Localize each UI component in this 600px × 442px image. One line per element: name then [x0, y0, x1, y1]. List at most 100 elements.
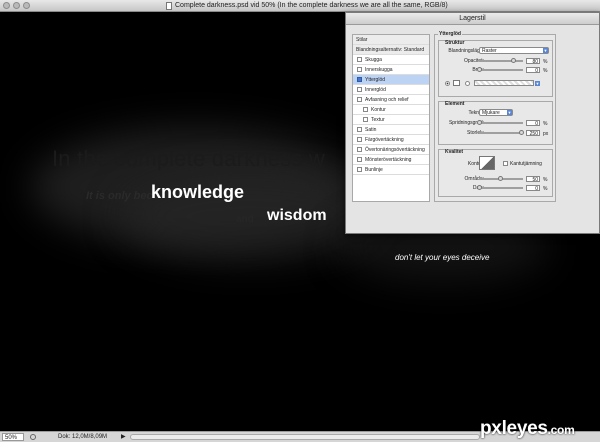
style-item[interactable]: Mönsterövertäckning — [353, 155, 429, 165]
opacity-slider-knob[interactable] — [511, 58, 517, 63]
blend-mode-row: Blandningsläge: Raster ▼ — [439, 47, 561, 55]
technique-row: Teknik: Mjukare ▼ — [439, 109, 561, 117]
glow-color-swatch[interactable] — [453, 80, 460, 86]
color-radio[interactable] — [445, 81, 450, 86]
noise-row: Brus: 0 % — [439, 66, 561, 74]
style-item[interactable]: Skugga — [353, 55, 429, 65]
style-item-label: Mönsterövertäckning — [365, 157, 412, 163]
outer-glow-panel: Ytterglöd Struktur Blandningsläge: Raste… — [434, 31, 556, 202]
window-titlebar: Complete darkness.psd vid 50% (In the co… — [0, 0, 600, 12]
word-wisdom: wisdom — [267, 207, 327, 224]
dialog-title: Lagerstil — [346, 13, 599, 25]
contour-picker[interactable] — [479, 156, 495, 170]
ghost-headline: In the complete darkness w — [52, 146, 326, 171]
style-item-label: Ytterglöd — [365, 77, 386, 83]
spread-slider-knob[interactable] — [477, 120, 482, 125]
window-controls — [3, 2, 30, 9]
style-checkbox[interactable] — [357, 167, 362, 173]
style-checkbox[interactable] — [357, 67, 362, 73]
style-checkbox[interactable] — [357, 77, 362, 83]
range-unit: % — [543, 177, 548, 183]
spread-input[interactable]: 0 — [526, 120, 540, 127]
size-input[interactable]: 250 — [526, 130, 540, 137]
style-item[interactable]: Ytterglöd — [353, 75, 429, 85]
style-item-label: Textur — [371, 117, 385, 123]
jitter-slider-knob[interactable] — [477, 185, 482, 190]
elements-group: Element Teknik: Mjukare ▼ Spridningsgrad… — [438, 101, 553, 145]
spread-slider[interactable] — [477, 120, 523, 125]
style-checkbox[interactable] — [357, 87, 362, 93]
style-checkbox[interactable] — [363, 107, 368, 113]
zoom-window-button[interactable] — [23, 2, 30, 9]
ghost-subtext: and — [236, 214, 254, 225]
anti-alias-checkbox[interactable] — [503, 161, 508, 166]
style-checkbox[interactable] — [357, 137, 362, 143]
style-item-label: Bunlinje — [365, 167, 383, 173]
range-slider[interactable] — [479, 176, 523, 181]
jitter-slider[interactable] — [477, 185, 523, 190]
styles-header[interactable]: Stilar — [353, 35, 429, 45]
status-menu-arrow-icon[interactable]: ▶ — [121, 433, 126, 441]
style-item[interactable]: Textur — [353, 115, 429, 125]
outer-glow-legend: Ytterglöd — [438, 31, 462, 37]
pxleyes-watermark: pxleyes.com — [480, 418, 575, 440]
jitter-input[interactable]: 0 — [526, 185, 540, 192]
style-item-label: Kontur — [371, 107, 386, 113]
technique-value: Mjukare — [482, 110, 500, 116]
layer-style-dialog: Lagerstil Stilar Blandningsalternativ: S… — [345, 12, 600, 234]
style-item-label: Skugga — [365, 57, 382, 63]
style-item[interactable]: Avfasning och relief — [353, 95, 429, 105]
document-info: Dok: 12,0M/8,09M — [58, 434, 108, 440]
horizontal-scrollbar[interactable] — [130, 434, 480, 440]
style-checkbox[interactable] — [357, 127, 362, 133]
style-items: Skugga Innerskugga Ytterglöd Innerglöd Avfas… — [353, 55, 429, 175]
style-checkbox[interactable] — [357, 157, 362, 163]
style-checkbox[interactable] — [357, 147, 362, 153]
style-item[interactable]: Innerglöd — [353, 85, 429, 95]
style-item-label: Satin — [365, 127, 377, 133]
close-window-button[interactable] — [3, 2, 10, 9]
info-icon[interactable] — [30, 434, 36, 440]
window-title: Complete darkness.psd vid 50% (In the co… — [175, 2, 448, 9]
chevron-down-icon[interactable]: ▼ — [535, 81, 540, 86]
style-item[interactable]: Färgövertäckning — [353, 135, 429, 145]
style-item[interactable]: Bunlinje — [353, 165, 429, 175]
style-item[interactable]: Innerskugga — [353, 65, 429, 75]
opacity-slider[interactable] — [479, 58, 523, 63]
word-knowledge: knowledge — [151, 182, 245, 202]
style-item-label: Avfasning och relief — [365, 97, 409, 103]
zoom-field[interactable]: 50% — [2, 433, 24, 441]
size-slider[interactable] — [479, 130, 524, 135]
watermark-name: pxleyes — [480, 418, 548, 439]
style-checkbox[interactable] — [363, 117, 368, 123]
structure-legend: Struktur — [445, 40, 465, 46]
minimize-window-button[interactable] — [13, 2, 20, 9]
noise-input[interactable]: 0 — [526, 67, 540, 74]
style-checkbox[interactable] — [357, 57, 362, 63]
style-checkbox[interactable] — [357, 97, 362, 103]
spread-row: Spridningsgrad: 0 % — [439, 119, 561, 127]
gradient-radio[interactable] — [465, 81, 470, 86]
technique-select[interactable]: Mjukare ▼ — [479, 109, 513, 116]
range-row: Område: 50 % — [439, 175, 561, 183]
blend-options-item[interactable]: Blandningsalternativ: Standard — [353, 45, 429, 55]
size-slider-knob[interactable] — [519, 130, 524, 135]
noise-slider-knob[interactable] — [477, 67, 482, 72]
range-slider-knob[interactable] — [498, 176, 503, 181]
range-input[interactable]: 50 — [526, 176, 540, 183]
style-item[interactable]: Kontur — [353, 105, 429, 115]
size-unit: px — [543, 131, 549, 137]
opacity-input[interactable]: 80 — [526, 58, 540, 65]
style-item[interactable]: Satin — [353, 125, 429, 135]
noise-slider[interactable] — [477, 67, 523, 72]
opacity-unit: % — [543, 59, 548, 65]
blend-mode-select[interactable]: Raster ▼ — [479, 47, 549, 54]
style-item[interactable]: Övertonäringsövertäckning — [353, 145, 429, 155]
noise-unit: % — [543, 68, 548, 74]
structure-group: Struktur Blandningsläge: Raster ▼ Opacit… — [438, 40, 553, 97]
style-item-label: Färgövertäckning — [365, 137, 404, 143]
glow-gradient-picker[interactable] — [474, 80, 534, 86]
quality-group: Kvalitet Kontur: Kantutjämning Område: 5… — [438, 149, 553, 197]
elements-legend: Element — [445, 101, 465, 107]
chevron-down-icon: ▼ — [507, 110, 512, 115]
